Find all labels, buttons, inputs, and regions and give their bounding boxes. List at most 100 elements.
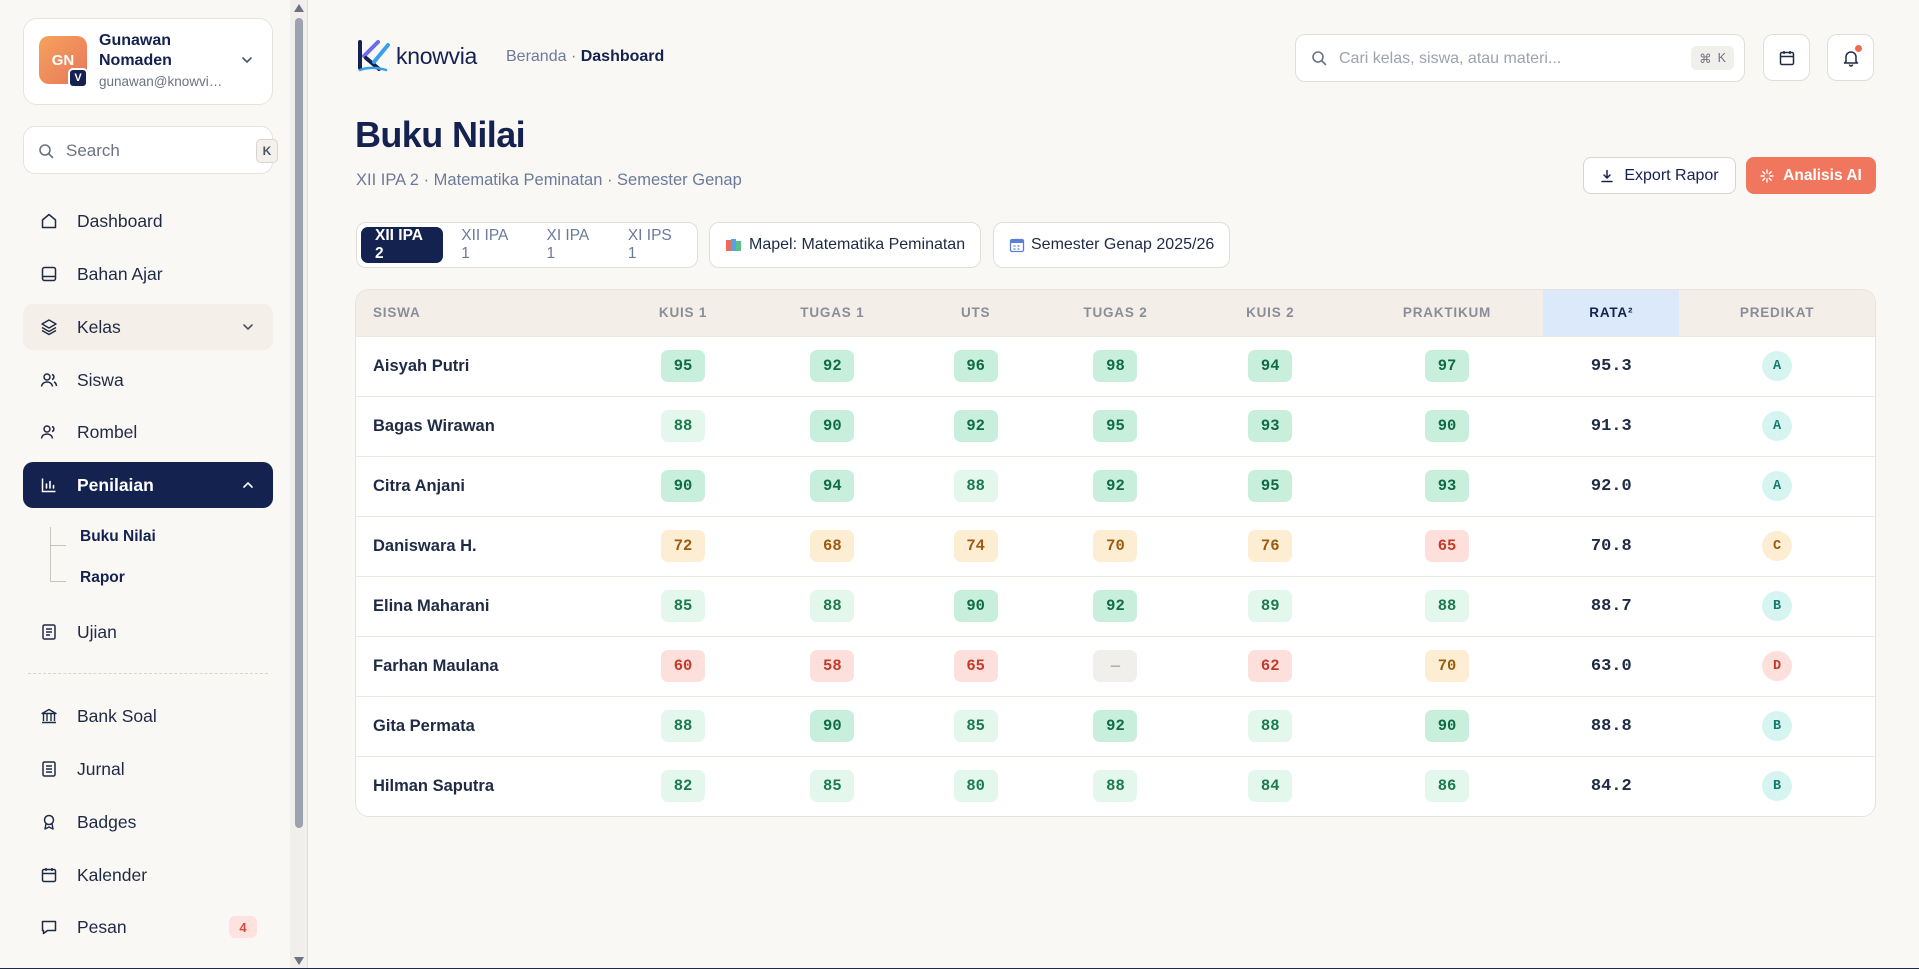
student-name[interactable]: Daniswara H. [356, 515, 612, 576]
score-cell[interactable]: 85 [611, 575, 755, 636]
score-cell[interactable]: 85 [910, 695, 1042, 756]
semester-filter[interactable]: Semester Genap 2025/26 [993, 222, 1231, 268]
student-name[interactable]: Bagas Wirawan [356, 395, 612, 456]
score-cell[interactable]: 90 [754, 395, 911, 456]
score-cell[interactable]: 86 [1350, 755, 1544, 816]
scroll-thumb[interactable] [295, 18, 303, 828]
sidebar-subitem-rapor[interactable]: Rapor [80, 569, 125, 587]
tab-xi-ipa-1[interactable]: XI IPA 1 [532, 227, 609, 263]
table-row[interactable]: Elina Maharani 85 88 90 92 89 88 88.7 B [356, 575, 1875, 636]
sidebar-item-bank-soal[interactable]: Bank Soal [23, 693, 273, 739]
export-rapor-button[interactable]: Export Rapor [1583, 157, 1736, 194]
score-cell[interactable]: 88 [611, 695, 755, 756]
column-header-kuis-2[interactable]: KUIS 2 [1189, 290, 1351, 336]
score-cell[interactable]: 92 [1041, 695, 1190, 756]
sidebar-item-penilaian[interactable]: Penilaian [23, 462, 273, 508]
score-cell[interactable]: 90 [611, 455, 755, 516]
score-cell[interactable]: 93 [1350, 455, 1544, 516]
analisis-ai-button[interactable]: Analisis AI [1746, 157, 1876, 194]
score-cell[interactable]: 98 [1041, 335, 1190, 396]
sidebar-scrollbar[interactable] [290, 0, 308, 969]
sidebar-item-ujian[interactable]: Ujian [23, 609, 273, 655]
score-cell[interactable]: 88 [1189, 695, 1351, 756]
tab-xi-ips-1[interactable]: XI IPS 1 [614, 227, 693, 263]
score-cell[interactable]: 92 [910, 395, 1042, 456]
score-cell[interactable]: 96 [910, 335, 1042, 396]
calendar-button[interactable] [1763, 34, 1810, 81]
score-cell[interactable]: 65 [910, 635, 1042, 696]
score-cell[interactable]: 82 [611, 755, 755, 816]
score-cell[interactable]: 97 [1350, 335, 1544, 396]
score-cell[interactable]: 84 [1189, 755, 1351, 816]
score-cell[interactable]: 80 [910, 755, 1042, 816]
logo[interactable]: knowvia [356, 38, 477, 74]
global-search-input[interactable]: Cari kelas, siswa, atau materi... ⌘ K [1295, 34, 1745, 82]
score-cell[interactable]: 94 [754, 455, 911, 516]
sidebar-search[interactable]: Search K [23, 126, 278, 174]
sidebar-item-siswa[interactable]: Siswa [23, 357, 273, 403]
score-cell[interactable]: 95 [611, 335, 755, 396]
table-row[interactable]: Bagas Wirawan 88 90 92 95 93 90 91.3 A [356, 395, 1875, 456]
student-name[interactable]: Hilman Saputra [356, 755, 612, 816]
score-cell[interactable]: 88 [611, 395, 755, 456]
sidebar-item-badges[interactable]: Badges [23, 799, 273, 845]
score-cell[interactable]: 70 [1041, 515, 1190, 576]
sidebar-item-dashboard[interactable]: Dashboard [23, 198, 273, 244]
column-header-siswa[interactable]: SISWA [356, 290, 612, 336]
student-name[interactable]: Farhan Maulana [356, 635, 612, 696]
score-cell[interactable]: 88 [754, 575, 911, 636]
sidebar-item-rombel[interactable]: Rombel [23, 409, 273, 455]
sidebar-item-kelas[interactable]: Kelas [23, 304, 273, 350]
student-name[interactable]: Elina Maharani [356, 575, 612, 636]
score-cell[interactable]: 76 [1189, 515, 1351, 576]
score-cell[interactable]: 95 [1189, 455, 1351, 516]
score-cell[interactable]: — [1041, 635, 1190, 696]
column-header-tugas-2[interactable]: TUGAS 2 [1041, 290, 1190, 336]
tab-xii-ipa-2[interactable]: XII IPA 2 [361, 227, 444, 263]
notifications-button[interactable] [1827, 34, 1874, 81]
breadcrumb-parent[interactable]: Beranda [506, 48, 567, 65]
column-header-rata[interactable]: RATA² [1543, 290, 1680, 336]
score-cell[interactable]: 60 [611, 635, 755, 696]
score-cell[interactable]: 68 [754, 515, 911, 576]
score-cell[interactable]: 90 [1350, 695, 1544, 756]
score-cell[interactable]: 70 [1350, 635, 1544, 696]
tab-xii-ipa-1[interactable]: XII IPA 1 [447, 227, 528, 263]
score-cell[interactable]: 88 [910, 455, 1042, 516]
score-cell[interactable]: 88 [1041, 755, 1190, 816]
score-cell[interactable]: 65 [1350, 515, 1544, 576]
sidebar-subitem-buku-nilai[interactable]: Buku Nilai [80, 528, 156, 546]
sidebar-item-pesan[interactable]: Pesan 4 [23, 904, 273, 950]
table-row[interactable]: Hilman Saputra 82 85 80 88 84 86 84.2 B [356, 755, 1875, 816]
score-cell[interactable]: 58 [754, 635, 911, 696]
chevron-down-icon[interactable] [240, 53, 254, 67]
table-row[interactable]: Gita Permata 88 90 85 92 88 90 88.8 B [356, 695, 1875, 756]
sidebar-item-bahan-ajar[interactable]: Bahan Ajar [23, 251, 273, 297]
score-cell[interactable]: 89 [1189, 575, 1351, 636]
column-header-predikat[interactable]: PREDIKAT [1679, 290, 1875, 336]
column-header-kuis-1[interactable]: KUIS 1 [611, 290, 755, 336]
score-cell[interactable]: 72 [611, 515, 755, 576]
column-header-uts[interactable]: UTS [910, 290, 1042, 336]
column-header-praktikum[interactable]: PRAKTIKUM [1350, 290, 1544, 336]
mapel-filter[interactable]: Mapel: Matematika Peminatan [709, 222, 982, 268]
table-row[interactable]: Farhan Maulana 60 58 65 — 62 70 63.0 D [356, 635, 1875, 696]
column-header-tugas-1[interactable]: TUGAS 1 [754, 290, 911, 336]
score-cell[interactable]: 92 [1041, 455, 1190, 516]
scroll-down-arrow[interactable] [294, 957, 304, 965]
student-name[interactable]: Aisyah Putri [356, 335, 612, 396]
score-cell[interactable]: 85 [754, 755, 911, 816]
score-cell[interactable]: 92 [754, 335, 911, 396]
student-name[interactable]: Gita Permata [356, 695, 612, 756]
score-cell[interactable]: 94 [1189, 335, 1351, 396]
score-cell[interactable]: 88 [1350, 575, 1544, 636]
score-cell[interactable]: 90 [754, 695, 911, 756]
student-name[interactable]: Citra Anjani [356, 455, 612, 516]
sidebar-item-jurnal[interactable]: Jurnal [23, 746, 273, 792]
table-row[interactable]: Aisyah Putri 95 92 96 98 94 97 95.3 A [356, 335, 1875, 396]
table-row[interactable]: Citra Anjani 90 94 88 92 95 93 92.0 A [356, 455, 1875, 516]
sidebar-item-kalender[interactable]: Kalender [23, 852, 273, 898]
table-row[interactable]: Daniswara H. 72 68 74 70 76 65 70.8 C [356, 515, 1875, 576]
score-cell[interactable]: 62 [1189, 635, 1351, 696]
user-card[interactable]: GN V Gunawan Nomaden gunawan@knowvia.id [23, 18, 273, 105]
